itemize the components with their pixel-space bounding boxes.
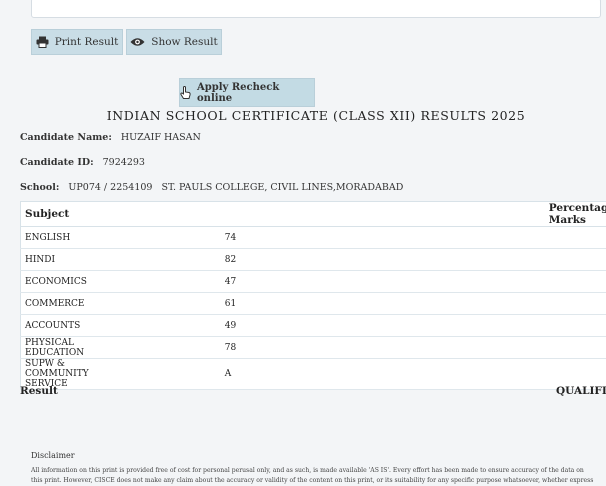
marks-cell: 47 bbox=[119, 271, 606, 293]
disclaimer-title: Disclaimer bbox=[31, 451, 75, 460]
marks-cell: 78 bbox=[119, 337, 606, 359]
printer-icon bbox=[36, 36, 49, 48]
school-label: School: bbox=[20, 182, 59, 193]
apply-recheck-button[interactable]: Apply Recheck online bbox=[179, 78, 315, 107]
subject-cell: COMMERCE bbox=[21, 293, 119, 315]
disclaimer-line-2: this print. However, CISCE does not make… bbox=[31, 476, 606, 486]
table-row: ENGLISH 74 bbox=[21, 227, 606, 249]
disclaimer-text: All information on this print is provide… bbox=[31, 466, 606, 486]
candidate-name-row: Candidate Name: HUZAIF HASAN bbox=[20, 132, 201, 143]
page-title: INDIAN SCHOOL CERTIFICATE (CLASS XII) RE… bbox=[0, 108, 606, 123]
school-row: School: UP074 / 2254109 ST. PAULS COLLEG… bbox=[20, 182, 403, 193]
top-panel bbox=[31, 0, 601, 18]
table-row: ECONOMICS 47 bbox=[21, 271, 606, 293]
candidate-name-value: HUZAIF HASAN bbox=[121, 132, 201, 143]
subject-cell: HINDI bbox=[21, 249, 119, 271]
disclaimer-line-1: All information on this print is provide… bbox=[31, 466, 606, 476]
subject-cell: ACCOUNTS bbox=[21, 315, 119, 337]
table-row: SUPW & COMMUNITY SERVICE A bbox=[21, 359, 606, 390]
candidate-name-label: Candidate Name: bbox=[20, 132, 112, 143]
result-label: Result bbox=[20, 385, 58, 397]
subject-cell: ECONOMICS bbox=[21, 271, 119, 293]
marks-header: Percentage Marks bbox=[119, 202, 606, 227]
school-value: UP074 / 2254109 ST. PAULS COLLEGE, CIVIL… bbox=[68, 182, 403, 193]
candidate-id-label: Candidate ID: bbox=[20, 157, 94, 168]
show-result-button[interactable]: Show Result bbox=[126, 29, 222, 55]
table-row: ACCOUNTS 49 bbox=[21, 315, 606, 337]
print-result-label: Print Result bbox=[55, 36, 119, 48]
marks-cell: A bbox=[119, 359, 606, 390]
result-value: QUALIFIE bbox=[556, 385, 606, 397]
subject-cell: ENGLISH bbox=[21, 227, 119, 249]
table-row: HINDI 82 bbox=[21, 249, 606, 271]
subject-header: Subject bbox=[21, 202, 119, 227]
marks-cell: 82 bbox=[119, 249, 606, 271]
marks-cell: 61 bbox=[119, 293, 606, 315]
candidate-id-row: Candidate ID: 7924293 bbox=[20, 157, 145, 168]
marks-table: Subject Percentage Marks ENGLISH 74 HIND… bbox=[20, 201, 606, 390]
hand-pointer-icon bbox=[180, 86, 191, 99]
apply-recheck-label: Apply Recheck online bbox=[197, 82, 314, 104]
table-row: PHYSICAL EDUCATION 78 bbox=[21, 337, 606, 359]
table-header-row: Subject Percentage Marks bbox=[21, 202, 606, 227]
show-result-label: Show Result bbox=[151, 36, 217, 48]
candidate-id-value: 7924293 bbox=[103, 157, 145, 168]
eye-icon bbox=[130, 37, 145, 47]
table-row: COMMERCE 61 bbox=[21, 293, 606, 315]
marks-cell: 74 bbox=[119, 227, 606, 249]
marks-cell: 49 bbox=[119, 315, 606, 337]
subject-cell: PHYSICAL EDUCATION bbox=[21, 337, 119, 359]
print-result-button[interactable]: Print Result bbox=[31, 29, 123, 55]
